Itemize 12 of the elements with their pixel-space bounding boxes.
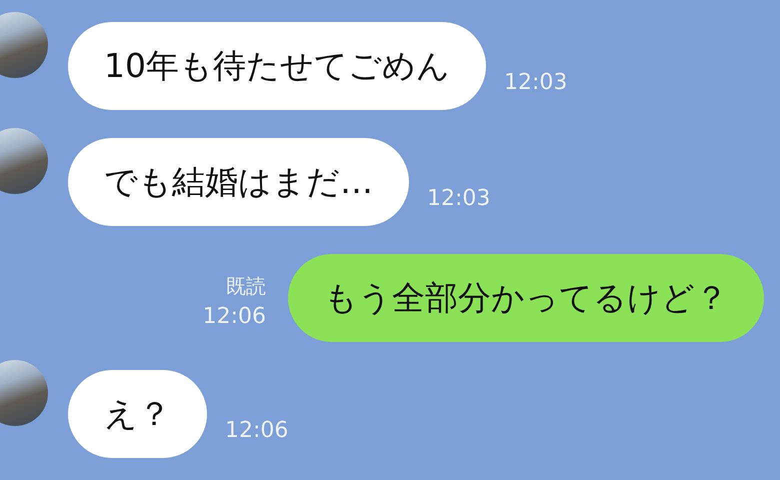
avatar-photo-placeholder[interactable] [0,128,48,194]
message-bubble: 10年も待たせてごめん [68,22,486,110]
message-time: 12:03 [427,188,490,210]
message-bubble: え？ [68,370,207,458]
message-time: 12:03 [504,72,568,94]
message-time: 12:06 [225,420,288,442]
message-bubble: もう全部分かってるけど？ [288,254,764,342]
read-receipt: 既読 [226,276,266,296]
avatar-photo-placeholder[interactable] [0,12,48,78]
message-bubble: でも結婚はまだ… [68,138,409,226]
avatar-photo-placeholder[interactable] [0,360,48,426]
message-time: 12:06 [202,306,266,328]
